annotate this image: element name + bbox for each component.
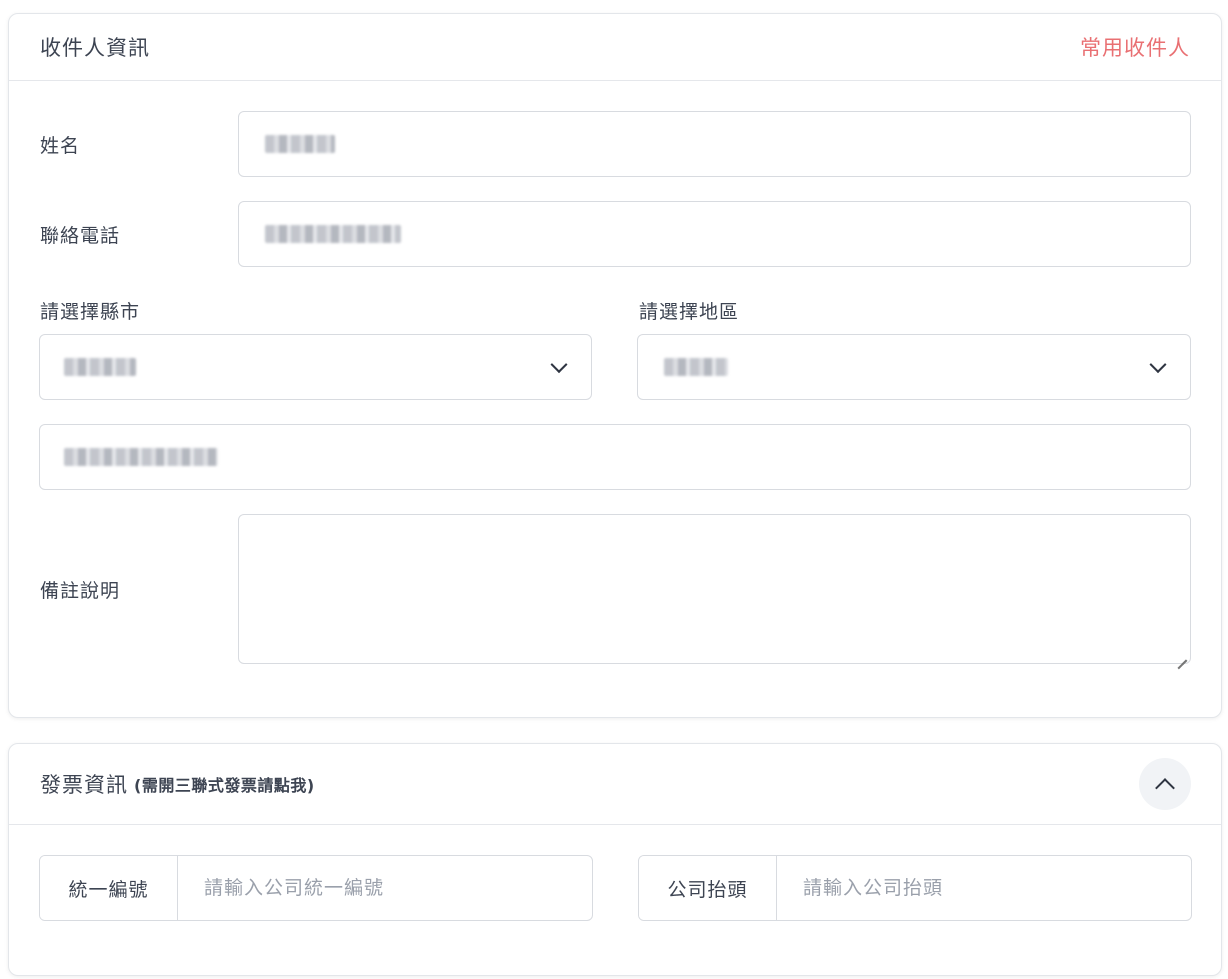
tax-id-group: 統一編號 xyxy=(39,855,593,921)
invoice-title: 發票資訊 xyxy=(40,773,128,797)
recipient-card-header: 收件人資訊 常用收件人 xyxy=(9,14,1221,81)
name-input[interactable] xyxy=(238,111,1191,177)
notes-label: 備註說明 xyxy=(40,580,121,602)
notes-textarea[interactable] xyxy=(238,514,1191,664)
invoice-card-header: 發票資訊 (需開三聯式發票請點我) xyxy=(9,744,1221,825)
district-value-redacted xyxy=(664,358,728,376)
chevron-up-icon xyxy=(1155,778,1175,798)
company-title-group: 公司抬頭 xyxy=(638,855,1192,921)
phone-label: 聯絡電話 xyxy=(40,225,121,247)
recipient-card: 收件人資訊 常用收件人 姓名 聯絡電話 請選擇縣市 請選擇地區 備註說明 xyxy=(8,13,1222,718)
address-value-redacted xyxy=(64,448,218,466)
district-label: 請選擇地區 xyxy=(639,301,740,323)
city-value-redacted xyxy=(64,358,136,376)
address-input[interactable] xyxy=(39,424,1191,490)
district-select[interactable] xyxy=(637,334,1191,400)
tax-id-label: 統一編號 xyxy=(40,856,178,920)
company-title-label: 公司抬頭 xyxy=(639,856,777,920)
city-select[interactable] xyxy=(39,334,592,400)
city-label: 請選擇縣市 xyxy=(40,301,141,323)
invoice-triplicate-hint[interactable]: (需開三聯式發票請點我) xyxy=(134,772,315,796)
resize-handle-icon[interactable] xyxy=(1177,650,1187,660)
recipient-title: 收件人資訊 xyxy=(40,36,150,60)
phone-input[interactable] xyxy=(238,201,1191,267)
collapse-button[interactable] xyxy=(1139,758,1191,810)
tax-id-input[interactable] xyxy=(178,856,592,920)
phone-value-redacted xyxy=(265,225,401,243)
invoice-card: 發票資訊 (需開三聯式發票請點我) 統一編號 公司抬頭 xyxy=(8,743,1222,976)
frequent-recipients-link[interactable]: 常用收件人 xyxy=(1080,32,1190,62)
invoice-heading[interactable]: 發票資訊 (需開三聯式發票請點我) xyxy=(40,769,315,799)
name-value-redacted xyxy=(265,135,335,153)
chevron-down-icon xyxy=(1149,356,1167,374)
name-label: 姓名 xyxy=(40,135,81,157)
chevron-down-icon xyxy=(550,356,568,374)
company-title-input[interactable] xyxy=(777,856,1191,920)
